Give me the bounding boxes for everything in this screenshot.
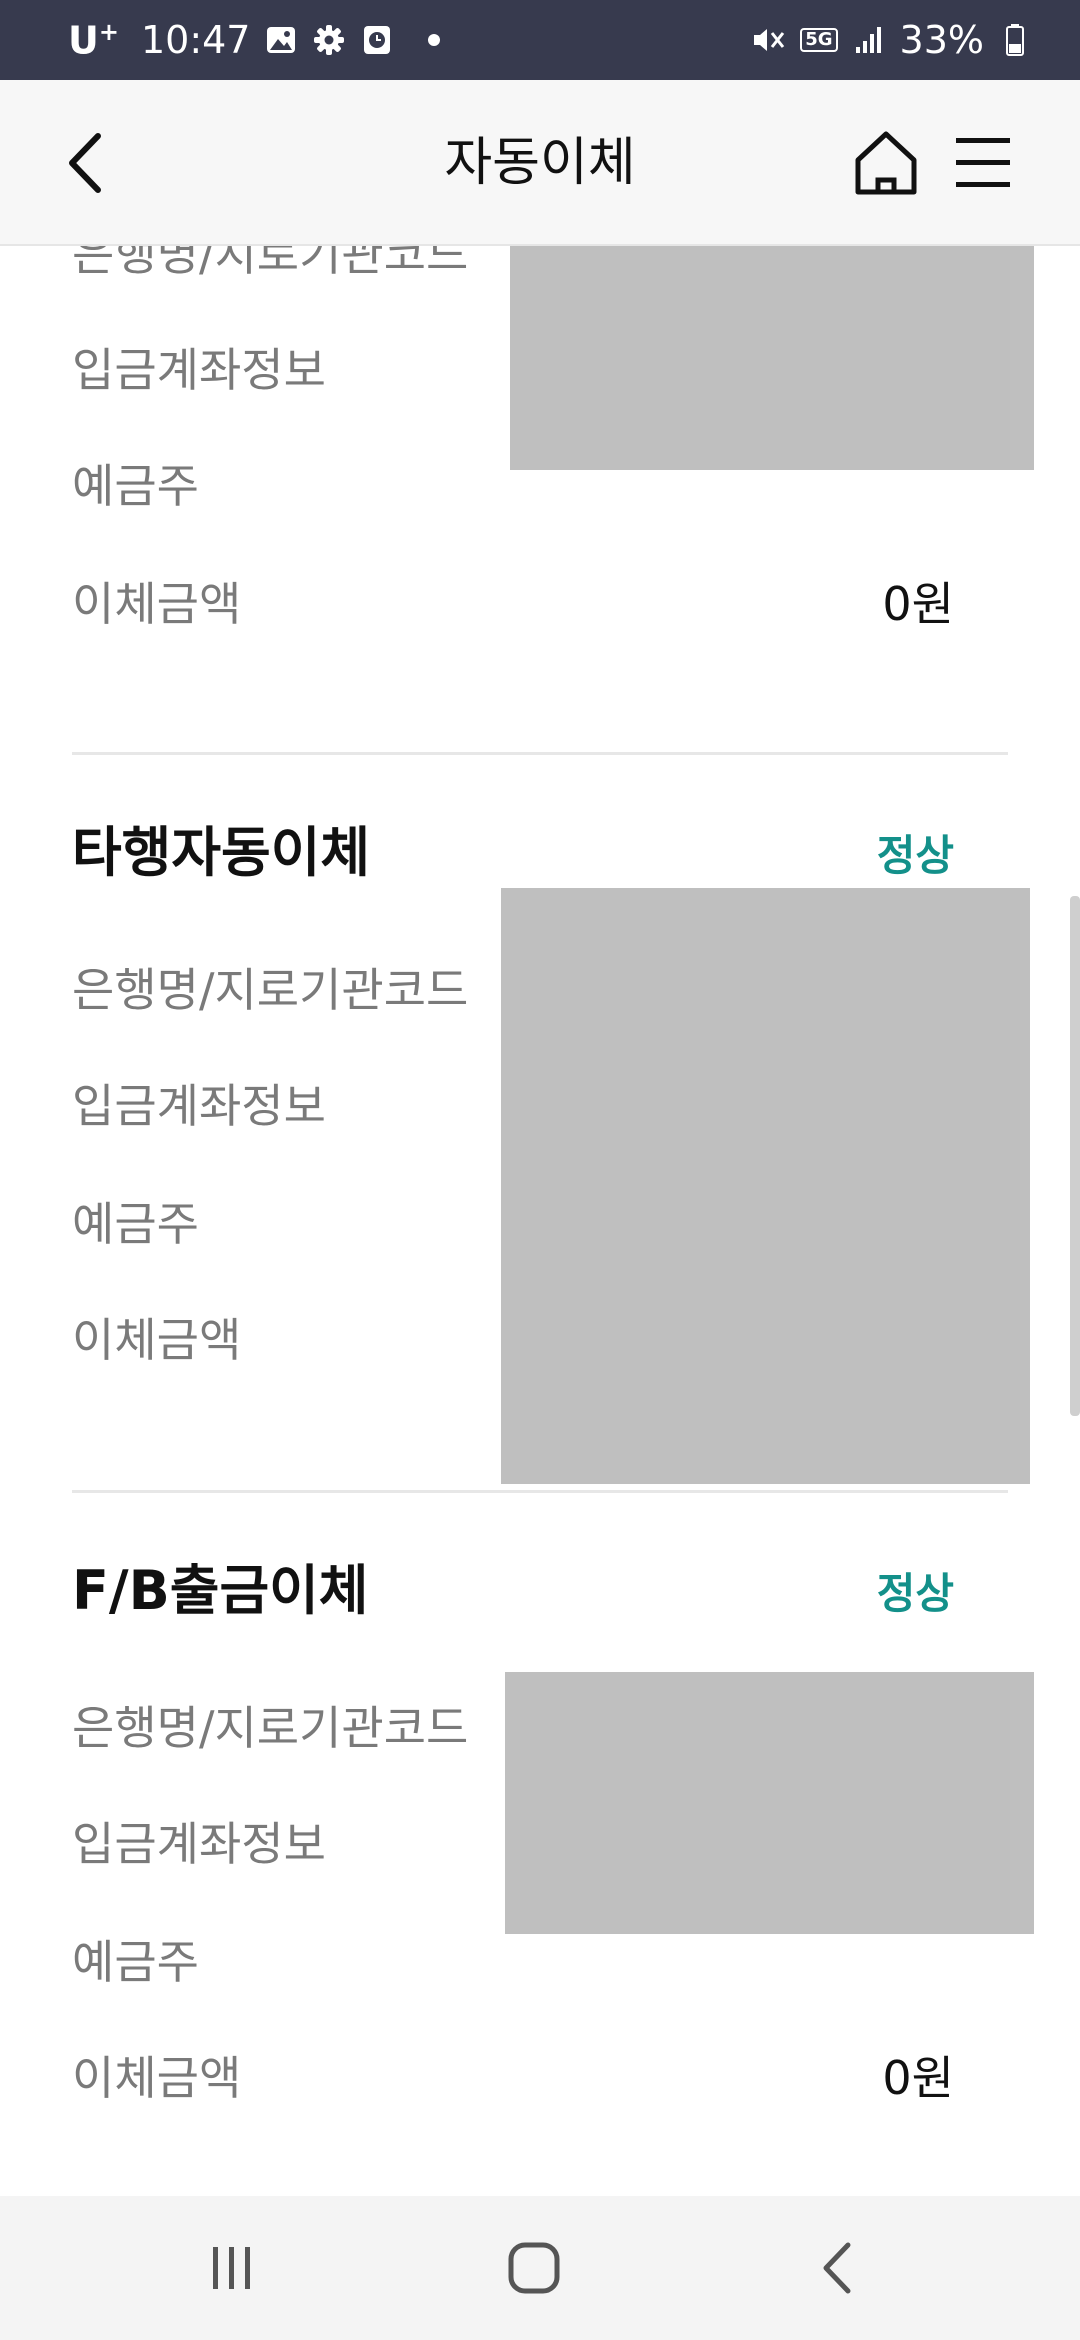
redacted-area [510, 246, 1034, 470]
bank-code-label: 은행명/지로기관코드 [72, 1701, 469, 1755]
screen: U+ 10:47 5G 33% 자동이체 은행명/지로기관코드 입금계좌정보 예… [0, 0, 1080, 2340]
network-type-badge: 5G [800, 28, 838, 52]
hamburger-menu-icon [956, 138, 1010, 187]
menu-button[interactable] [954, 134, 1012, 192]
redacted-area [505, 1672, 1034, 1934]
section-title: 타행자동이체 [72, 821, 371, 884]
amount-value: 0원 [882, 2051, 954, 2105]
status-badge: 정상 [876, 1569, 954, 1618]
recent-apps-icon [213, 2247, 250, 2289]
account-info-label: 입금계좌정보 [72, 343, 326, 397]
section-divider [72, 1490, 1008, 1493]
clock: 10:47 [140, 18, 251, 62]
redacted-area [501, 888, 1030, 1484]
status-right: 5G 33% [752, 18, 1032, 62]
amount-label: 이체금액 [72, 1313, 242, 1367]
system-navigation-bar [0, 2196, 1080, 2340]
mute-icon [752, 23, 786, 57]
amount-label: 이체금액 [72, 2051, 242, 2105]
status-badge: 정상 [876, 831, 954, 880]
account-info-label: 입금계좌정보 [72, 1817, 326, 1871]
gallery-icon [264, 23, 298, 57]
home-icon [855, 131, 917, 195]
page-title: 자동이체 [444, 133, 636, 193]
amount-value: 0원 [882, 577, 954, 631]
recent-apps-button[interactable] [192, 2238, 272, 2298]
account-holder-label: 예금주 [72, 459, 199, 513]
notification-dot-icon [428, 34, 441, 46]
home-circle-icon [508, 2242, 560, 2294]
app-header: 자동이체 [0, 80, 1080, 246]
account-holder-label: 예금주 [72, 1935, 199, 1989]
status-left: U+ 10:47 [68, 17, 441, 63]
signal-icon [852, 23, 886, 57]
scrollbar[interactable] [1070, 896, 1080, 1416]
carrier-label: U+ [68, 17, 119, 63]
settings-icon [312, 23, 346, 57]
back-nav-button[interactable] [798, 2238, 878, 2298]
bank-code-label: 은행명/지로기관코드 [72, 246, 469, 281]
amount-label: 이체금액 [72, 577, 242, 631]
bank-code-label: 은행명/지로기관코드 [72, 963, 469, 1017]
home-nav-button[interactable] [494, 2238, 574, 2298]
clock-app-icon [360, 23, 394, 57]
battery-icon [998, 23, 1032, 57]
status-bar: U+ 10:47 5G 33% [0, 0, 1080, 80]
section-title: F/B출금이체 [72, 1559, 369, 1622]
back-chevron-icon [823, 2242, 851, 2294]
section-divider [72, 752, 1008, 755]
account-holder-label: 예금주 [72, 1197, 199, 1251]
account-info-label: 입금계좌정보 [72, 1079, 326, 1133]
transfer-list: 은행명/지로기관코드 입금계좌정보 예금주 이체금액 0원 타행자동이체 정상 … [0, 246, 1080, 2196]
battery-percentage: 33% [899, 18, 984, 62]
home-button[interactable] [854, 130, 918, 196]
